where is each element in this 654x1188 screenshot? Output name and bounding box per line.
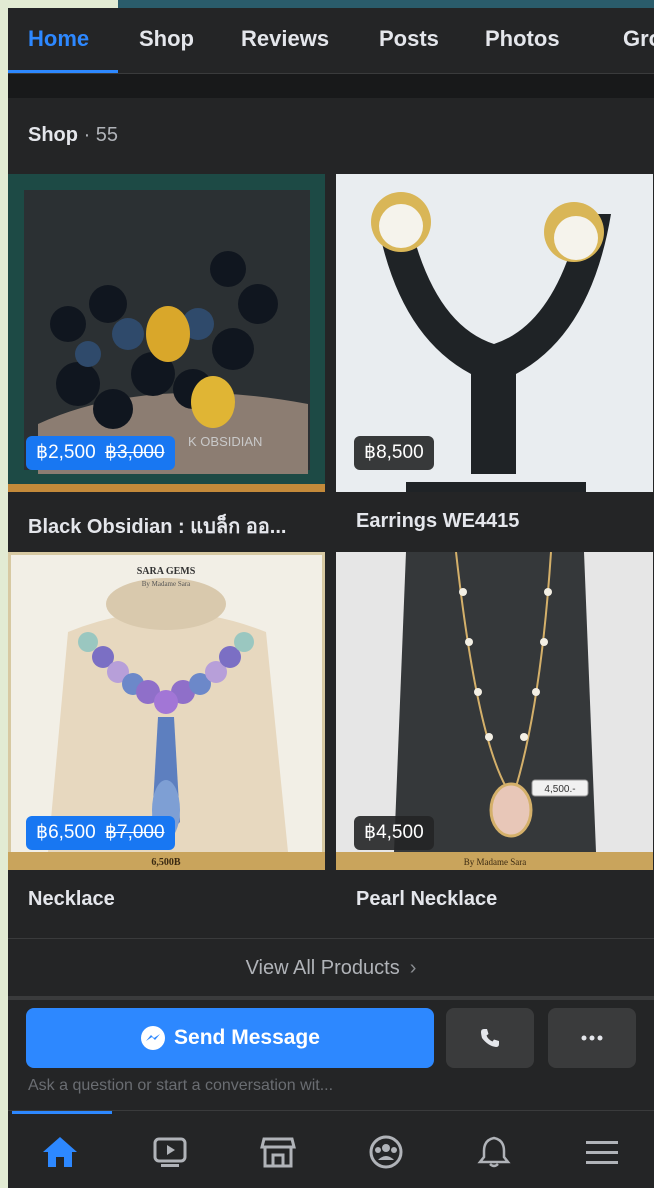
shop-header: Shop · 55 <box>28 124 118 147</box>
message-hint: Ask a question or start a conversation w… <box>28 1077 334 1094</box>
product-name: Pearl Necklace <box>356 888 498 910</box>
more-options-button[interactable] <box>548 1008 636 1068</box>
groups-icon[interactable] <box>364 1133 408 1171</box>
marketplace-icon[interactable] <box>256 1133 300 1171</box>
divider <box>8 938 654 939</box>
tab-shop[interactable]: Shop <box>139 26 194 52</box>
tab-groups[interactable]: Gro <box>623 26 654 52</box>
section-separator <box>8 74 654 98</box>
tab-bar: Home Shop Reviews Posts Photos Gro <box>8 8 654 74</box>
view-all-label: View All Products <box>245 957 400 979</box>
chevron-right-icon: › <box>409 957 417 979</box>
tab-posts[interactable]: Posts <box>379 26 439 52</box>
messenger-icon <box>141 1026 166 1051</box>
app-window: Home Shop Reviews Posts Photos Gro Shop … <box>8 8 654 1188</box>
active-nav-indicator <box>12 1111 112 1114</box>
view-all-products-link[interactable]: View All Products › <box>8 940 654 996</box>
menu-icon[interactable] <box>580 1133 624 1171</box>
active-tab-indicator <box>8 70 118 73</box>
price: ฿6,500 <box>36 822 96 843</box>
send-message-button[interactable]: Send Message <box>26 1008 434 1068</box>
phone-icon <box>481 1029 499 1047</box>
image-brand-caption: By Madame Sara <box>464 857 526 867</box>
bottom-navigation <box>8 1110 654 1188</box>
tab-reviews[interactable]: Reviews <box>241 26 329 52</box>
price: ฿4,500 <box>364 822 424 843</box>
more-icon <box>581 1035 603 1041</box>
product-card[interactable]: SARA GEMS By Madame Sara 6,500B ฿6,500 ฿… <box>8 552 327 930</box>
image-price-caption: 6,500B <box>151 857 181 868</box>
price-badge: ฿4,500 <box>354 816 434 850</box>
section-separator <box>8 996 654 1000</box>
image-watermark-text: K OBSIDIAN <box>188 434 262 449</box>
price: ฿8,500 <box>364 442 424 463</box>
old-price: ฿3,000 <box>104 442 165 463</box>
bell-icon[interactable] <box>472 1133 516 1171</box>
product-card[interactable]: K OBSIDIAN ฿2,500 ฿3,000 Black Obsidian … <box>8 174 327 552</box>
product-name: Earrings WE4415 <box>356 510 520 532</box>
image-price-tag: 4,500.- <box>544 784 575 795</box>
tab-home[interactable]: Home <box>28 26 89 52</box>
video-icon[interactable] <box>148 1133 192 1171</box>
call-button[interactable] <box>446 1008 534 1068</box>
price: ฿2,500 <box>36 442 96 463</box>
product-card[interactable]: ฿8,500 Earrings WE4415 <box>336 174 654 552</box>
shop-count: · 55 <box>83 124 119 146</box>
old-price: ฿7,000 <box>104 822 165 843</box>
price-badge: ฿2,500 ฿3,000 <box>26 436 175 470</box>
price-badge: ฿6,500 ฿7,000 <box>26 816 175 850</box>
product-name: Necklace <box>28 888 115 910</box>
price-badge: ฿8,500 <box>354 436 434 470</box>
product-card[interactable]: 4,500.- By Madame Sara ฿4,500 Pearl Neck… <box>336 552 654 930</box>
tab-photos[interactable]: Photos <box>485 26 560 52</box>
send-message-label: Send Message <box>174 1026 320 1049</box>
image-brand-text: SARA GEMS <box>137 566 196 577</box>
shop-title: Shop <box>28 124 78 146</box>
product-name: Black Obsidian : แบล็ก ออ... <box>28 516 287 538</box>
home-icon[interactable] <box>38 1133 82 1171</box>
image-brand-subtext: By Madame Sara <box>142 580 191 588</box>
